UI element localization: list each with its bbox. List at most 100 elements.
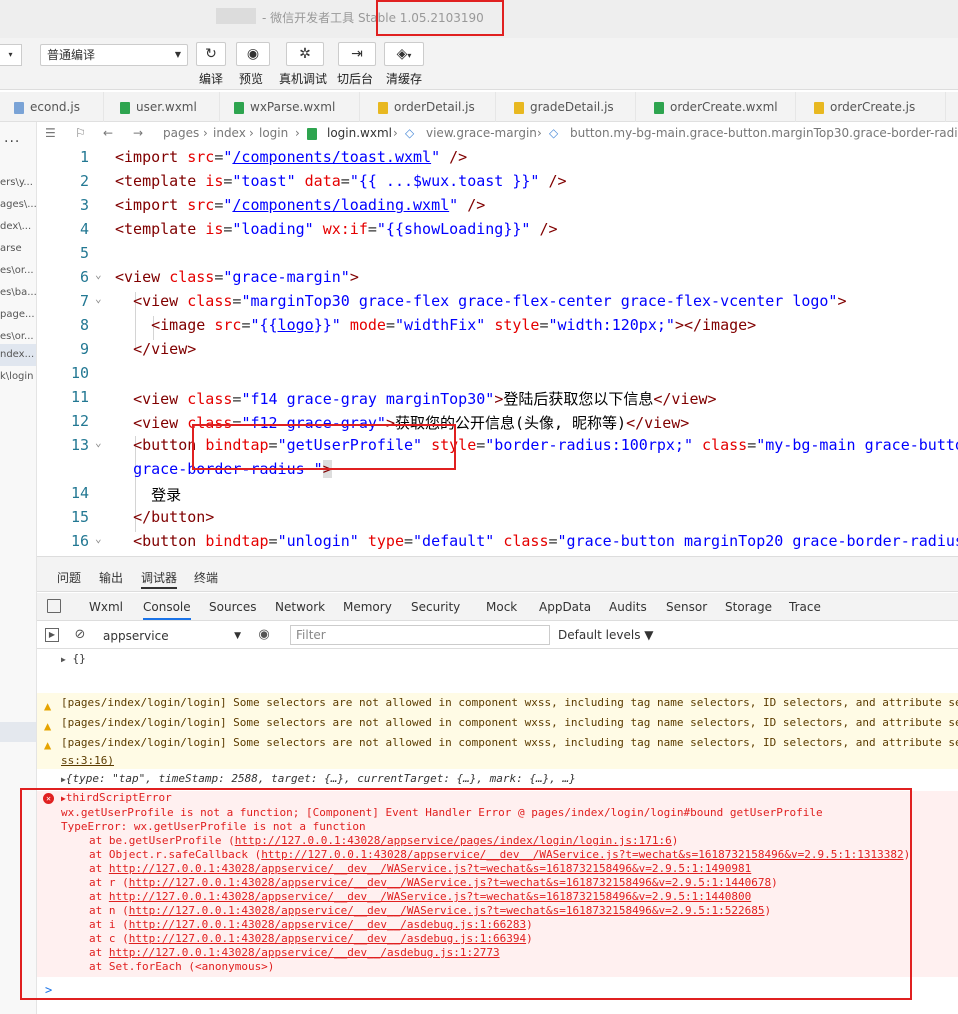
left-dropdown-button[interactable]: ▾	[0, 44, 22, 66]
tab-memory[interactable]: Memory	[343, 600, 392, 614]
fold-chevron-icon[interactable]: ⌄	[95, 532, 102, 545]
warning-icon: ▲	[44, 738, 52, 752]
fold-chevron-icon[interactable]: ⌄	[95, 268, 102, 281]
console-filter-input[interactable]: Filter	[290, 625, 550, 645]
compile-mode-select[interactable]: 普通编译 ▼	[40, 44, 188, 66]
tree-item[interactable]: k\login	[0, 366, 36, 388]
clear-cache-label: 清缓存	[386, 72, 423, 86]
remote-debug-button[interactable]: ✲	[286, 42, 324, 66]
tree-item[interactable]: ers\y...	[0, 172, 36, 194]
wechat-devtools-window: - 微信开发者工具 Stable 1.05.2103190 ▾ 普通编译 ▼ ↻ …	[0, 0, 958, 1014]
breadcrumb-login[interactable]: login	[259, 122, 288, 144]
stack-frame-link[interactable]: http://127.0.0.1:43028/appservice/__dev_…	[109, 862, 751, 875]
tab-gradedetail-js[interactable]: gradeDetail.js	[496, 92, 636, 122]
compile-button[interactable]: ↻	[196, 42, 226, 66]
fold-chevron-icon[interactable]: ⌄	[95, 292, 102, 305]
tab-security[interactable]: Security	[411, 600, 460, 614]
code-line: <button bindtap="getUserProfile" style="…	[133, 436, 958, 454]
stack-frame-link[interactable]: http://127.0.0.1:43028/appservice/pages/…	[235, 834, 672, 847]
tab-terminal[interactable]: 终端	[194, 569, 218, 586]
tab-ordercreate-wxml[interactable]: orderCreate.wxml	[636, 92, 796, 122]
breadcrumb-view[interactable]: view.grace-margin	[426, 122, 537, 144]
tab-mock[interactable]: Mock	[486, 600, 517, 614]
stack-frame-link[interactable]: http://127.0.0.1:43028/appservice/__dev_…	[129, 904, 765, 917]
stack-frame-link[interactable]: http://127.0.0.1:43028/appservice/__dev_…	[109, 946, 500, 959]
line-number: 10	[70, 364, 89, 382]
tab-network[interactable]: Network	[275, 600, 325, 614]
eye-icon[interactable]: ◉	[257, 628, 271, 642]
error-stack: at be.getUserProfile (http://127.0.0.1:4…	[61, 834, 958, 974]
tab-storage[interactable]: Storage	[725, 600, 772, 614]
preview-button[interactable]: ◉	[236, 42, 270, 66]
forward-arrow-icon[interactable]: →	[133, 122, 143, 144]
outline-icon[interactable]: ☰	[45, 122, 56, 144]
line-number: 13	[70, 436, 89, 454]
tab-wxml[interactable]: Wxml	[89, 600, 123, 614]
stack-frame-link[interactable]: http://127.0.0.1:43028/appservice/__dev_…	[129, 932, 526, 945]
more-icon[interactable]: ...	[4, 130, 20, 146]
stack-frame: at be.getUserProfile (http://127.0.0.1:4…	[89, 834, 958, 848]
clear-cache-button[interactable]: ◈▾	[384, 42, 424, 66]
code-line: <view class="grace-margin">	[115, 268, 359, 286]
tab-output[interactable]: 输出	[99, 569, 123, 586]
context-select[interactable]: appservice ▼	[103, 627, 241, 645]
fold-chevron-icon[interactable]: ⌄	[95, 436, 102, 449]
clear-console-icon[interactable]: ⊘	[73, 628, 87, 642]
log-levels-select[interactable]: Default levels ▼	[558, 628, 654, 642]
tab-ordercreate-js[interactable]: orderCreate.js	[796, 92, 946, 122]
breadcrumb-button[interactable]: button.my-bg-main.grace-button.marginTop…	[570, 122, 958, 144]
breadcrumb-sep: ›	[203, 126, 208, 140]
wxml-file-icon	[234, 101, 244, 114]
tab-sensor[interactable]: Sensor	[666, 600, 707, 614]
tree-item[interactable]: dex\...	[0, 216, 36, 238]
stack-frame: at http://127.0.0.1:43028/appservice/__d…	[89, 946, 958, 960]
tab-trace[interactable]: Trace	[789, 600, 821, 614]
back-arrow-icon[interactable]: ←	[103, 122, 113, 144]
stack-frame-link[interactable]: http://127.0.0.1:43028/appservice/__dev_…	[261, 848, 903, 861]
breadcrumb-pages[interactable]: pages	[163, 122, 199, 144]
console-event-object[interactable]: ▶{type: "tap", timeStamp: 2588, target: …	[37, 769, 958, 789]
tab-appdata[interactable]: AppData	[539, 600, 591, 614]
console-error: ✕ ▶thirdScriptError wx.getUserProfile is…	[37, 791, 958, 977]
js-file-icon	[378, 101, 388, 114]
stack-frame-suffix: )	[526, 932, 533, 945]
tree-item[interactable]: es\ba...	[0, 282, 36, 304]
stack-frame-link[interactable]: http://127.0.0.1:43028/appservice/__dev_…	[129, 918, 526, 931]
breadcrumb-file[interactable]: login.wxml	[327, 122, 392, 144]
tab-debugger[interactable]: 调试器	[141, 569, 178, 589]
inspect-element-icon[interactable]	[47, 599, 61, 613]
console-toolbar: ▶ ⊘ appservice ▼ ◉ Filter Default levels …	[37, 621, 958, 649]
tree-item[interactable]: page...	[0, 304, 36, 326]
tree-item[interactable]: es\or...	[0, 260, 36, 282]
stack-frame-link[interactable]: http://127.0.0.1:43028/appservice/__dev_…	[109, 890, 751, 903]
console-output: ▶ {} ▲ [pages/index/login/login] Some sel…	[37, 649, 958, 1014]
debug-panel: 问题 输出 调试器 终端 Wxml Console Sources Networ…	[37, 556, 958, 1014]
background-button[interactable]: ⇥	[338, 42, 376, 66]
tab-audits[interactable]: Audits	[609, 600, 647, 614]
tree-item[interactable]: ages\...	[0, 194, 36, 216]
stack-frame-link[interactable]: http://127.0.0.1:43028/appservice/__dev_…	[129, 876, 771, 889]
tree-item[interactable]: arse	[0, 238, 36, 260]
bookmark-icon[interactable]: ⚐	[75, 122, 86, 144]
console-prompt[interactable]: >	[45, 983, 52, 997]
expand-triangle-icon[interactable]: ▶	[61, 655, 66, 664]
code-line: grace-border-radius ">	[133, 460, 332, 478]
warning-source-link[interactable]: ss:3:16)	[61, 754, 114, 767]
sidebar-highlight	[0, 722, 36, 742]
sidebar-toggle-icon[interactable]: ▶	[45, 628, 59, 642]
tree-item-selected[interactable]: ndex...	[0, 344, 36, 366]
stack-frame: at c (http://127.0.0.1:43028/appservice/…	[89, 932, 958, 946]
tab-orderdetail-js[interactable]: orderDetail.js	[360, 92, 496, 122]
tab-console[interactable]: Console	[143, 600, 191, 620]
code-editor[interactable]: 1 2 3 4 5 6 7 8 9 10 11 12 13 14 15 16 ⌄…	[37, 144, 958, 556]
console-object[interactable]: ▶ {}	[37, 651, 958, 669]
tab-econd-js[interactable]: econd.js	[0, 92, 104, 122]
breadcrumb-index[interactable]: index	[213, 122, 246, 144]
tab-problems[interactable]: 问题	[57, 569, 81, 586]
tab-wxparse-wxml[interactable]: wxParse.wxml	[220, 92, 360, 122]
stack-frame-prefix: at i (	[89, 918, 129, 931]
tab-sources[interactable]: Sources	[209, 600, 256, 614]
tab-user-wxml[interactable]: user.wxml	[104, 92, 220, 122]
line-number: 5	[79, 244, 89, 262]
stack-frame: at n (http://127.0.0.1:43028/appservice/…	[89, 904, 958, 918]
